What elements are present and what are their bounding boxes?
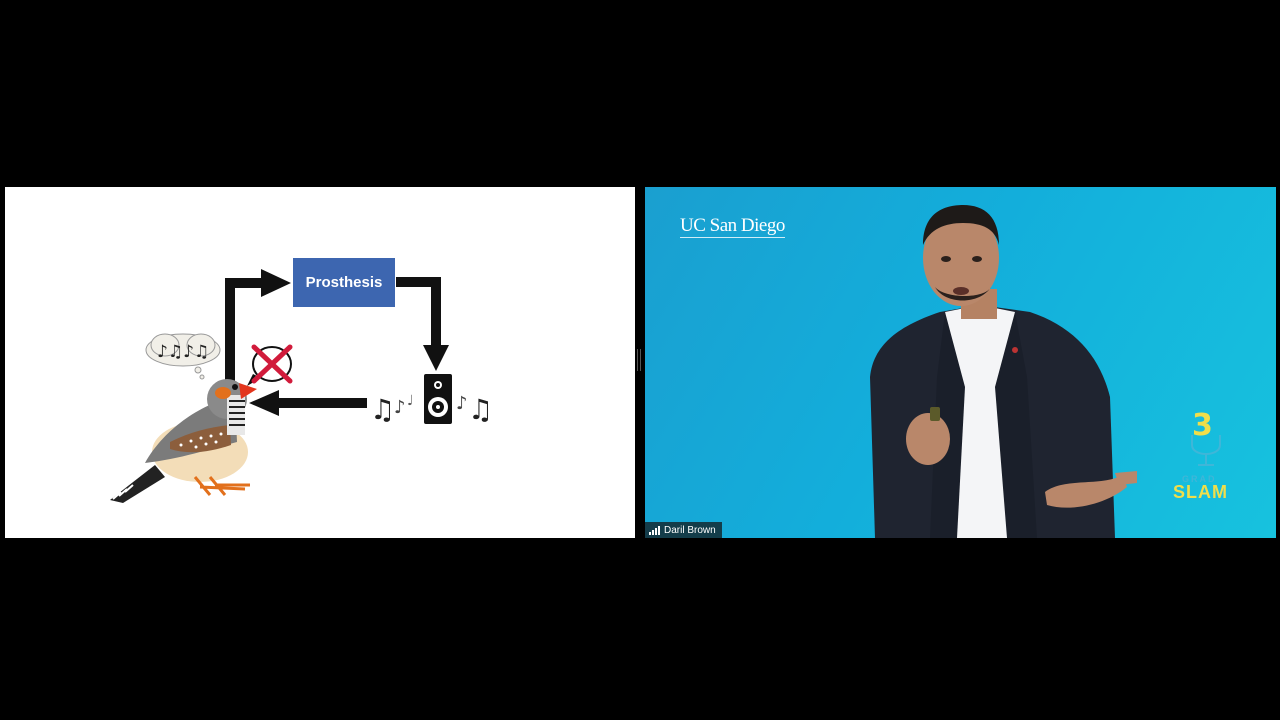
speaker-video-panel: UC San Diego 3 GRAD SLAM Daril Brown bbox=[645, 187, 1276, 538]
diagram: ♪♫♪♫ ♫ ♪ ♩ ♪ ♫ bbox=[110, 269, 493, 503]
participant-name-tag: Daril Brown bbox=[645, 522, 722, 538]
svg-text:♩: ♩ bbox=[407, 393, 414, 409]
participant-name: Daril Brown bbox=[664, 524, 716, 536]
arrow-prosthesis-to-speaker bbox=[396, 277, 441, 347]
blocked-song-icon bbox=[247, 344, 293, 386]
svg-text:♫: ♫ bbox=[370, 393, 395, 426]
shared-slide-panel: ♪♫♪♫ ♫ ♪ ♩ ♪ ♫ Prosthesis bbox=[5, 187, 635, 538]
signal-bars-icon bbox=[649, 525, 660, 535]
slam-text: SLAM bbox=[1173, 482, 1228, 502]
thought-cloud: ♪♫♪♫ bbox=[145, 333, 221, 380]
zebra-finch-icon bbox=[110, 379, 257, 503]
speaker-icon: ♫ ♪ ♩ ♪ ♫ bbox=[370, 374, 493, 426]
split-view-drag-handle[interactable] bbox=[637, 349, 641, 371]
prosthesis-box: Prosthesis bbox=[293, 258, 395, 307]
svg-text:3: 3 bbox=[1192, 408, 1213, 443]
svg-text:♪: ♪ bbox=[394, 397, 406, 418]
svg-text:♫: ♫ bbox=[468, 393, 493, 426]
svg-text:♪♫♪♫: ♪♫♪♫ bbox=[157, 342, 209, 362]
svg-text:♪: ♪ bbox=[456, 393, 468, 414]
grad-slam-microphone-icon: 3 bbox=[1191, 408, 1221, 466]
